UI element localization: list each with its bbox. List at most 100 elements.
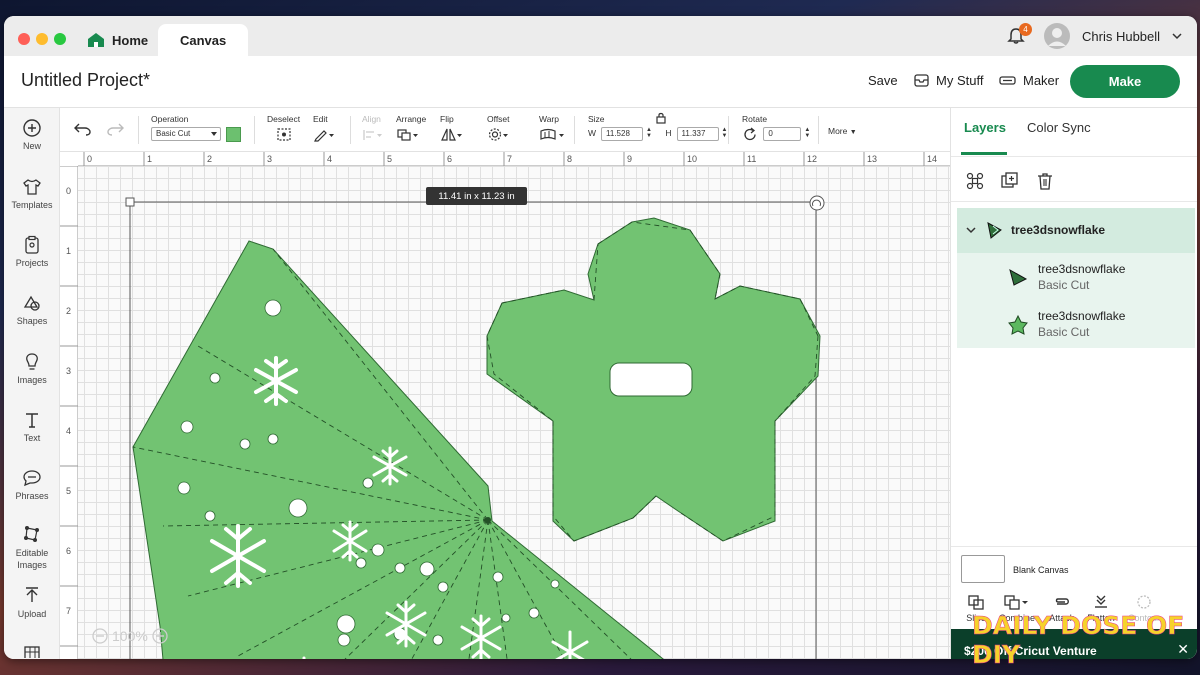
zoom-window-button[interactable] <box>54 33 66 45</box>
zoom-in-button[interactable] <box>152 628 168 644</box>
sidebar-item-shapes[interactable]: Shapes <box>4 293 60 326</box>
deselect-button[interactable]: Deselect <box>267 114 300 144</box>
ruler-horizontal-marks: 0 1 2 3 4 5 6 7 8 9 10 11 12 13 14 <box>83 152 937 166</box>
lock-icon <box>656 112 666 124</box>
minimize-window-button[interactable] <box>36 33 48 45</box>
redo-icon <box>107 123 124 136</box>
undo-button[interactable] <box>74 122 92 141</box>
layer-name: tree3dsnowflake <box>1038 309 1126 323</box>
toolbar-divider <box>254 116 255 144</box>
shirt-icon <box>23 179 41 195</box>
more-button[interactable]: More ▼ <box>828 126 857 136</box>
rotate-stepper[interactable]: ▲ ▼ <box>804 127 812 139</box>
height-input[interactable]: 11.337 <box>676 127 719 141</box>
star-shape-layer[interactable] <box>486 217 821 542</box>
ruler-label: 0 <box>66 186 71 196</box>
project-title[interactable]: Untitled Project* <box>21 70 150 91</box>
ruler-label: 6 <box>66 546 71 556</box>
size-readout: 11.41 in x 11.23 in <box>426 187 527 205</box>
deselect-label: Deselect <box>267 114 301 124</box>
height-value: 11.337 <box>681 129 706 138</box>
ruler-label: 1 <box>147 154 152 164</box>
flip-button[interactable]: Flip <box>440 114 462 144</box>
operation-select[interactable]: Basic Cut <box>151 127 221 141</box>
zoom-control: 100% <box>92 628 168 644</box>
close-window-button[interactable] <box>18 33 30 45</box>
width-input[interactable]: 11.528 <box>601 127 644 141</box>
warp-button[interactable]: Warp <box>539 114 565 144</box>
sidebar-label-upload: Upload <box>17 609 47 619</box>
sidebar-item-phrases[interactable]: Phrases <box>4 468 60 501</box>
layer-operation: Basic Cut <box>1038 278 1090 292</box>
combine-icon <box>1004 595 1028 610</box>
ruler-label: 1 <box>66 246 71 256</box>
layer-group-header[interactable]: tree3dsnowflake <box>957 208 1195 253</box>
design-canvas[interactable] <box>78 166 950 659</box>
ruler-label: 8 <box>567 154 572 164</box>
save-button[interactable]: Save <box>868 73 898 88</box>
tab-canvas-label: Canvas <box>180 32 227 48</box>
sidebar-item-templates[interactable]: Templates <box>4 177 60 210</box>
flip-icon <box>441 128 462 141</box>
plus-circle-icon <box>23 119 41 137</box>
notifications-button[interactable]: 4 <box>1007 16 1032 56</box>
align-button[interactable]: Align <box>362 114 384 144</box>
sidebar-item-upload[interactable]: Upload <box>4 586 60 619</box>
ruler-label: 3 <box>66 366 71 376</box>
chat-icon <box>23 470 41 487</box>
lock-aspect-button[interactable] <box>656 111 666 129</box>
blank-canvas-swatch <box>961 555 1005 583</box>
offset-button[interactable]: Offset <box>487 114 510 144</box>
make-button[interactable]: Make <box>1070 65 1180 98</box>
ruler-label: 2 <box>207 154 212 164</box>
rotate-input[interactable]: 0 <box>763 127 802 141</box>
selection-handle[interactable] <box>125 197 135 207</box>
star-thumbnail-icon <box>1008 314 1028 335</box>
ruler-label: 11 <box>747 154 756 164</box>
layer-item[interactable]: tree3dsnowflake Basic Cut <box>957 300 1195 348</box>
inbox-icon <box>914 74 929 87</box>
ruler-label: 7 <box>507 154 512 164</box>
w-label: W <box>588 128 597 138</box>
trash-icon[interactable] <box>1035 171 1055 191</box>
redo-button[interactable] <box>106 122 124 141</box>
sidebar-item-text[interactable]: Text <box>4 410 60 443</box>
tree-thumbnail-icon <box>1009 268 1028 286</box>
group-icon[interactable] <box>965 171 985 191</box>
tab-canvas[interactable]: Canvas <box>158 24 249 56</box>
tab-home[interactable]: Home <box>88 24 148 56</box>
user-menu[interactable]: Chris Hubbell <box>1044 16 1182 56</box>
rotate-value: 0 <box>768 129 773 138</box>
width-value: 11.528 <box>606 129 630 138</box>
ruler-label: 5 <box>66 486 71 496</box>
tab-layers[interactable]: Layers <box>964 120 1006 135</box>
edit-button[interactable]: Edit <box>313 114 335 144</box>
duplicate-icon[interactable] <box>1000 171 1020 191</box>
offset-icon <box>488 128 508 141</box>
operation-color-swatch[interactable] <box>226 127 242 142</box>
layer-item[interactable]: tree3dsnowflake Basic Cut <box>957 253 1195 300</box>
save-label: Save <box>868 73 898 88</box>
sidebar-item-more[interactable] <box>4 644 60 659</box>
tab-color-sync[interactable]: Color Sync <box>1027 120 1091 135</box>
notification-badge: 4 <box>1019 23 1032 36</box>
width-stepper[interactable]: ▲ ▼ <box>646 127 654 139</box>
nodes-icon <box>24 526 39 542</box>
machine-button[interactable]: Maker <box>999 73 1059 88</box>
zoom-level: 100% <box>112 628 148 644</box>
clipboard-icon <box>25 235 39 254</box>
sidebar-item-projects[interactable]: Projects <box>4 235 60 268</box>
align-label: Align <box>362 114 381 124</box>
sidebar-item-editable-images[interactable]: Editable Images <box>4 524 60 571</box>
my-stuff-button[interactable]: My Stuff <box>914 73 983 88</box>
rotate-handle[interactable] <box>809 195 825 211</box>
arrange-button[interactable]: Arrange <box>396 114 426 144</box>
sidebar-item-new[interactable]: New <box>4 118 60 151</box>
blank-canvas-row[interactable]: Blank Canvas <box>951 546 1197 590</box>
chevron-down-icon[interactable] <box>966 226 976 234</box>
layer-actions <box>951 156 1197 202</box>
zoom-out-button[interactable] <box>92 628 108 644</box>
arrange-icon <box>397 129 418 141</box>
sidebar-label-projects: Projects <box>15 258 49 268</box>
sidebar-item-images[interactable]: Images <box>4 352 60 385</box>
